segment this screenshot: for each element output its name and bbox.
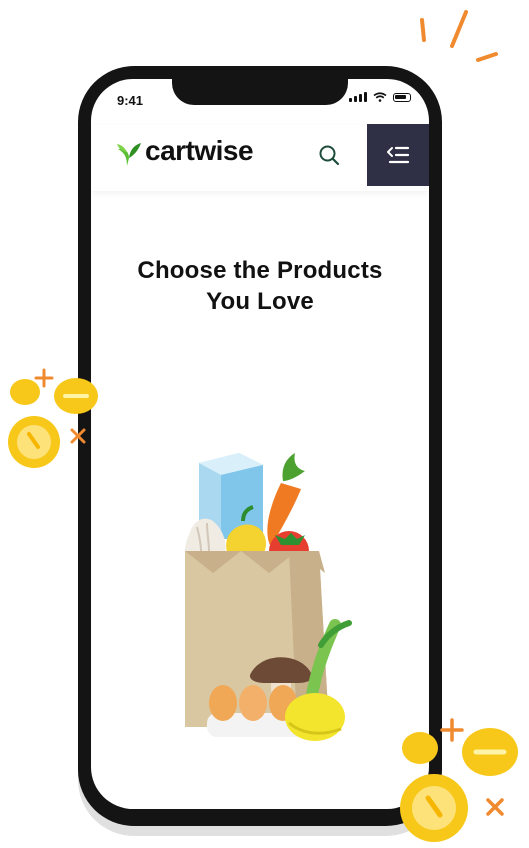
coins-right-decoration bbox=[400, 718, 518, 842]
phone-screen: 9:41 cartwise Choose the Products You Lo… bbox=[91, 79, 429, 809]
battery-icon bbox=[393, 92, 411, 102]
search-button[interactable] bbox=[315, 141, 343, 169]
spark-top-decoration bbox=[420, 10, 498, 62]
leaf-logo-icon bbox=[117, 143, 141, 166]
coins-left-decoration bbox=[8, 368, 98, 468]
grocery-bag-illustration bbox=[185, 453, 352, 741]
page-headline: Choose the Products You Love bbox=[137, 257, 383, 315]
search-icon bbox=[319, 145, 340, 166]
phone-notch bbox=[172, 79, 348, 105]
brand-name: cartwise bbox=[145, 135, 254, 166]
status-icons bbox=[349, 92, 411, 102]
menu-button[interactable] bbox=[367, 124, 429, 186]
signal-icon bbox=[349, 92, 367, 102]
brand-logo[interactable]: cartwise bbox=[113, 135, 254, 169]
status-time: 9:41 bbox=[117, 93, 144, 108]
menu-icon bbox=[387, 146, 410, 164]
wifi-icon bbox=[373, 92, 387, 102]
app-header: cartwise bbox=[91, 124, 429, 191]
